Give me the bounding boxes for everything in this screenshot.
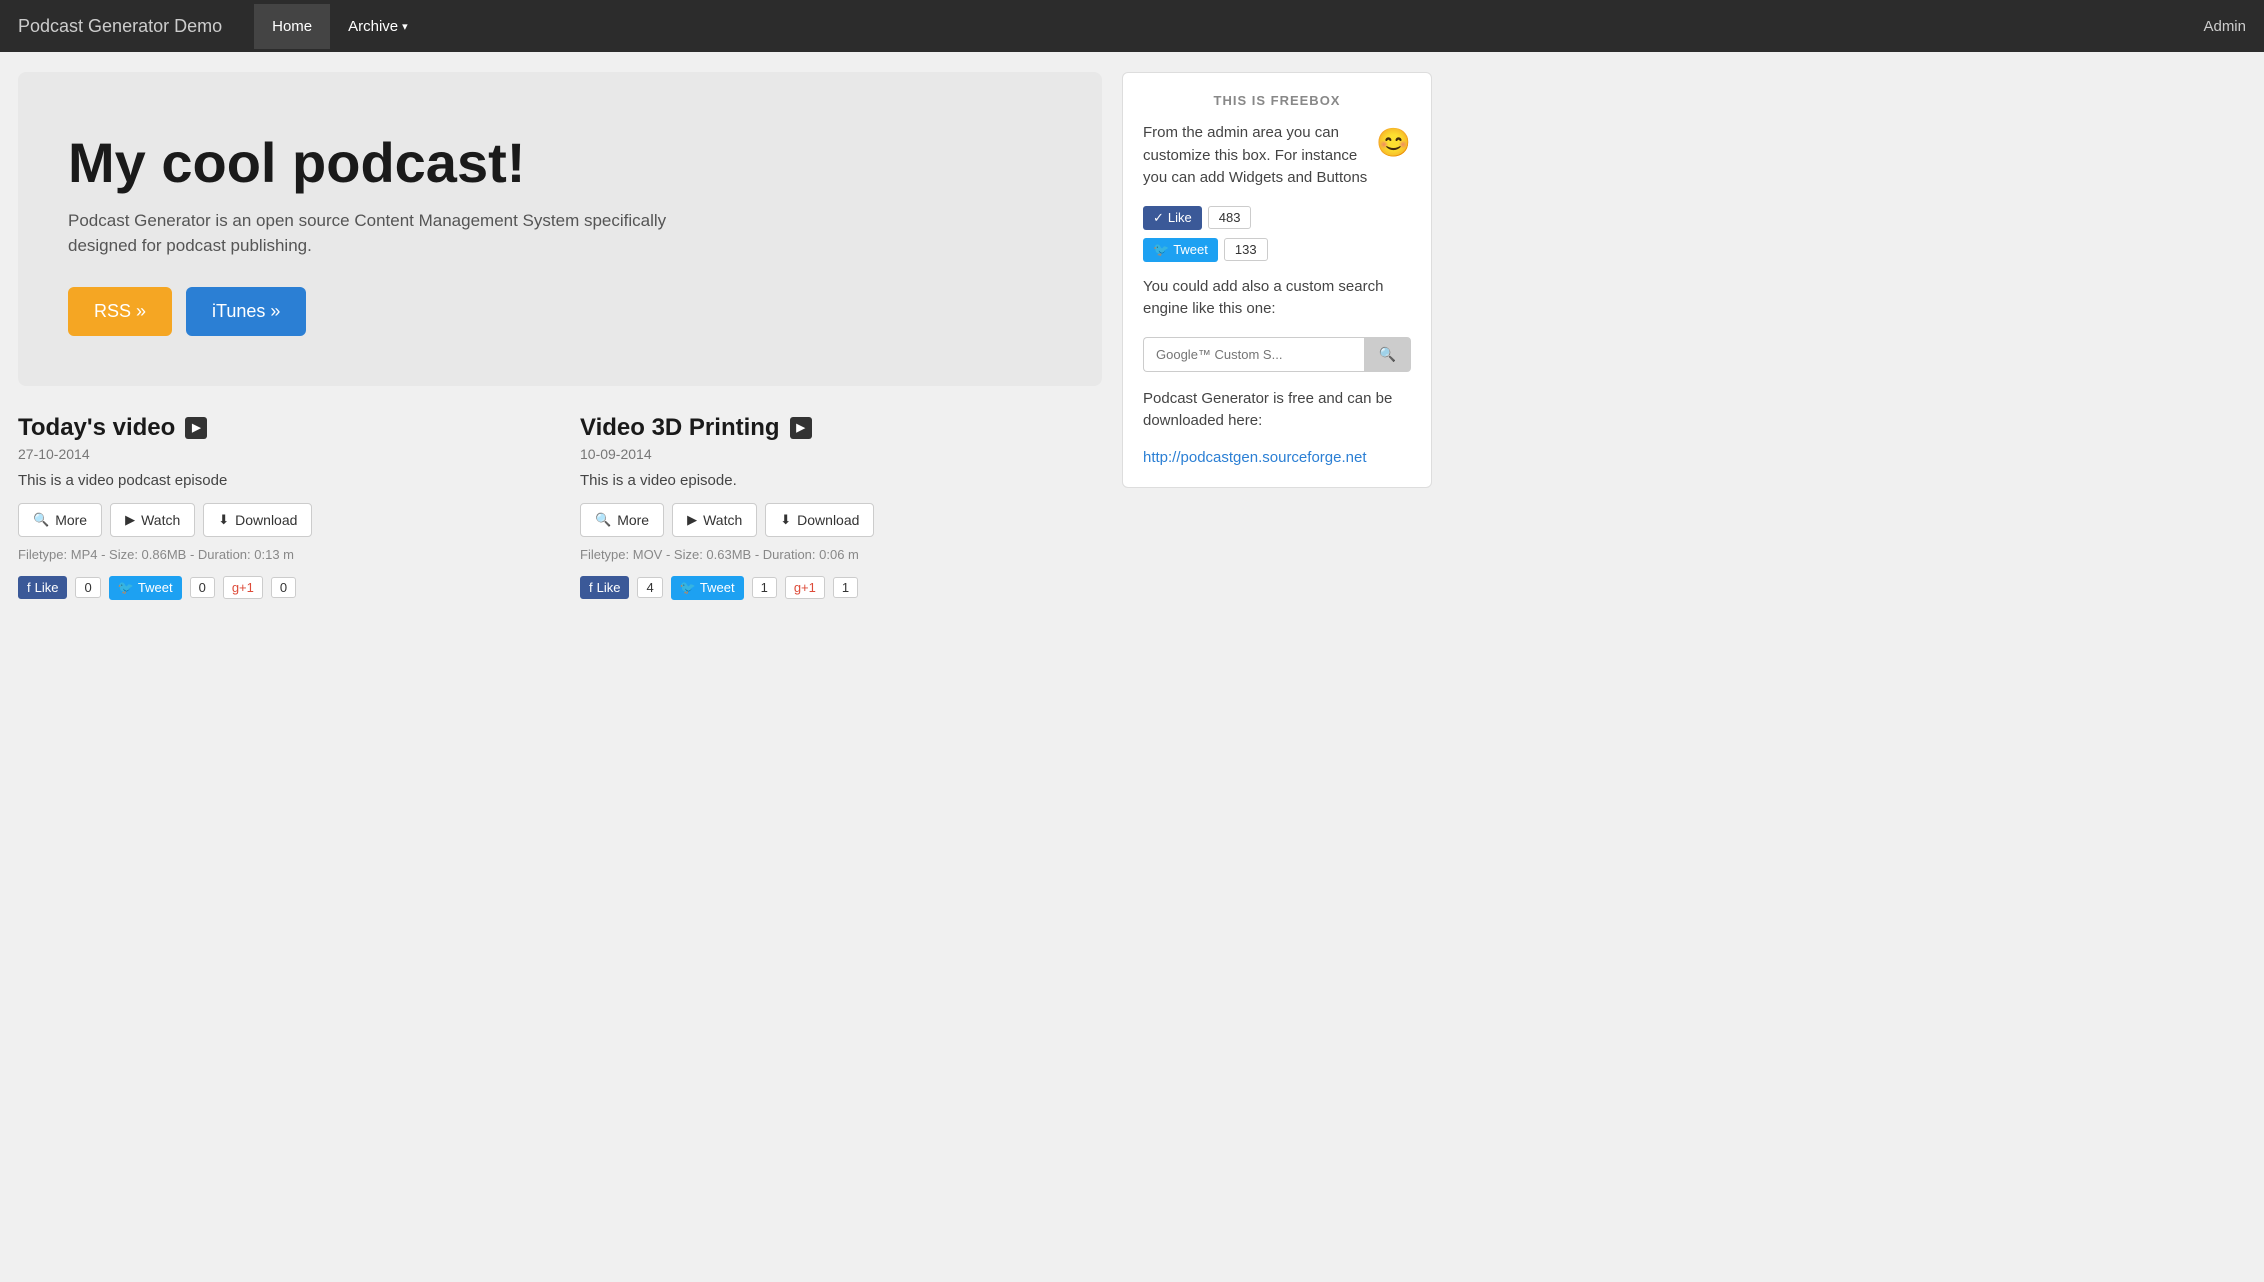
sidebar-search-text: You could add also a custom search engin… [1143,276,1411,321]
episode-1-gplus-count: 0 [271,577,296,598]
archive-dropdown-arrow: ▾ [402,20,408,33]
episode-1: Today's video ▶ 27-10-2014 This is a vid… [18,414,540,620]
episode-2-date: 10-09-2014 [580,446,1102,462]
freebox: THIS IS FREEBOX 😊 From the admin area yo… [1122,72,1432,488]
rss-button[interactable]: RSS » [68,287,172,336]
episode-1-title: Today's video ▶ [18,414,540,442]
freebox-emoji: 😊 [1376,122,1411,164]
sidebar-tweet-row: 🐦 Tweet 133 [1143,238,1411,262]
hero-title: My cool podcast! [68,132,1052,194]
episode-2-buttons: 🔍 More ▶ Watch ⬇ Download [580,503,1102,537]
nav-archive-label: Archive [348,18,398,35]
hero-description: Podcast Generator is an open source Cont… [68,208,668,259]
episode-1-tweet[interactable]: 🐦 Tweet [109,576,182,600]
episode-2-meta: Filetype: MOV - Size: 0.63MB - Duration:… [580,547,1102,562]
twitter-bird-icon: 🐦 [1153,242,1169,258]
search-icon: 🔍 [33,512,49,528]
hero-buttons: RSS » iTunes » [68,287,1052,336]
episode-1-meta: Filetype: MP4 - Size: 0.86MB - Duration:… [18,547,540,562]
episode-2-gplus[interactable]: g+1 [785,576,825,599]
search-icon: 🔍 [1379,346,1396,362]
search-icon: 🔍 [595,512,611,528]
episode-1-fb-like[interactable]: f Like [18,576,67,599]
episode-2-desc: This is a video episode. [580,472,1102,489]
episode-2-like-count: 4 [637,577,662,598]
episode-1-buttons: 🔍 More ▶ Watch ⬇ Download [18,503,540,537]
episode-2-title: Video 3D Printing ▶ [580,414,1102,442]
sidebar-like-row: ✓ Like 483 [1143,206,1411,230]
sidebar-footer-link[interactable]: http://podcastgen.sourceforge.net [1143,449,1366,466]
download-icon: ⬇ [780,512,791,528]
fb-icon: f [27,580,31,595]
twitter-icon: 🐦 [118,580,134,596]
episode-2-more-button[interactable]: 🔍 More [580,503,664,537]
navbar-brand: Podcast Generator Demo [18,16,222,37]
play-icon: ▶ [125,512,135,528]
sidebar-tweet-button[interactable]: 🐦 Tweet [1143,238,1218,262]
navbar: Podcast Generator Demo Home Archive ▾ Ad… [0,0,2264,52]
sidebar-like-count: 483 [1208,206,1252,229]
episode-1-watch-button[interactable]: ▶ Watch [110,503,195,537]
freebox-heading: THIS IS FREEBOX [1143,93,1411,108]
gplus-icon: g+1 [794,580,816,595]
episode-1-date: 27-10-2014 [18,446,540,462]
play-icon: ▶ [687,512,697,528]
episode-1-video-icon: ▶ [185,417,207,439]
episode-1-like-count: 0 [75,577,100,598]
sidebar-search-button[interactable]: 🔍 [1364,337,1411,372]
sidebar-search-row: 🔍 [1143,337,1411,372]
itunes-button[interactable]: iTunes » [186,287,306,336]
main-container: My cool podcast! Podcast Generator is an… [0,52,1450,640]
nav-item-home[interactable]: Home [254,4,330,49]
freebox-description: 😊 From the admin area you can customize … [1143,122,1411,190]
episode-2-tweet-count: 1 [752,577,777,598]
nav-home-label: Home [272,18,312,35]
sidebar-tweet-count: 133 [1224,238,1268,261]
download-icon: ⬇ [218,512,229,528]
episode-2-watch-button[interactable]: ▶ Watch [672,503,757,537]
episode-1-tweet-count: 0 [190,577,215,598]
episode-2-fb-like[interactable]: f Like [580,576,629,599]
sidebar: THIS IS FREEBOX 😊 From the admin area yo… [1122,72,1432,620]
episode-1-download-button[interactable]: ⬇ Download [203,503,312,537]
nav-item-archive[interactable]: Archive ▾ [330,4,426,49]
episode-2-gplus-count: 1 [833,577,858,598]
episodes-grid: Today's video ▶ 27-10-2014 This is a vid… [18,414,1102,620]
hero-section: My cool podcast! Podcast Generator is an… [18,72,1102,386]
twitter-icon: 🐦 [680,580,696,596]
admin-link[interactable]: Admin [2203,18,2246,35]
episode-2-download-button[interactable]: ⬇ Download [765,503,874,537]
episode-1-social: f Like 0 🐦 Tweet 0 g+1 0 [18,576,540,600]
episode-2-video-icon: ▶ [790,417,812,439]
sidebar-like-button[interactable]: ✓ Like [1143,206,1202,230]
episode-1-desc: This is a video podcast episode [18,472,540,489]
episode-1-more-button[interactable]: 🔍 More [18,503,102,537]
gplus-icon: g+1 [232,580,254,595]
checkmark-icon: ✓ [1153,210,1164,226]
sidebar-search-input[interactable] [1143,337,1364,372]
nav-menu: Home Archive ▾ [254,4,2203,49]
episode-2-social: f Like 4 🐦 Tweet 1 g+1 1 [580,576,1102,600]
episode-2-tweet[interactable]: 🐦 Tweet [671,576,744,600]
fb-icon: f [589,580,593,595]
episode-2: Video 3D Printing ▶ 10-09-2014 This is a… [580,414,1102,620]
content-area: My cool podcast! Podcast Generator is an… [18,72,1102,620]
episode-1-gplus[interactable]: g+1 [223,576,263,599]
sidebar-footer-text: Podcast Generator is free and can be dow… [1143,388,1411,433]
